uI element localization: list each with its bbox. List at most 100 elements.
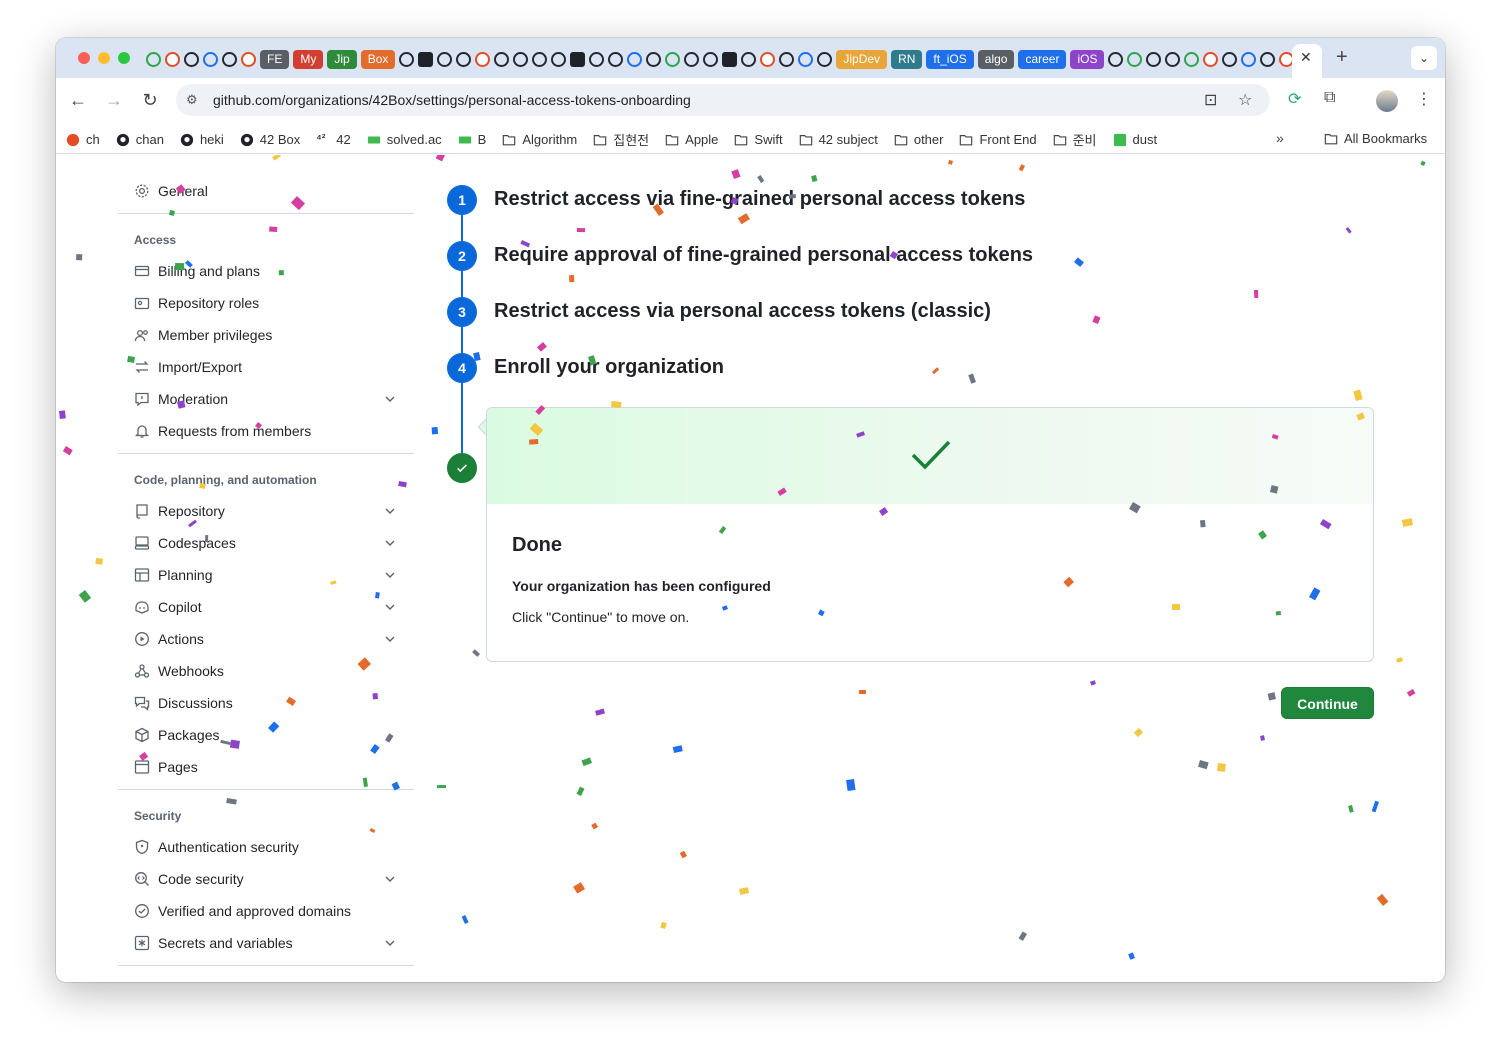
sidebar-item-verified-and-approved-domains[interactable]: Verified and approved domains: [134, 899, 398, 923]
tab-favicon-icon[interactable]: [703, 51, 719, 67]
tab-group-chip[interactable]: FE: [260, 49, 290, 69]
sidebar-item-code-security[interactable]: Code security: [134, 867, 398, 891]
tab-favicon-icon[interactable]: [222, 51, 237, 67]
more-menu-icon[interactable]: ⋮: [1416, 89, 1432, 109]
tab-favicon-icon[interactable]: [1260, 51, 1276, 67]
tab-favicon-icon[interactable]: [437, 51, 453, 67]
sidebar-item-webhooks[interactable]: Webhooks: [134, 659, 398, 683]
sidebar-item-general[interactable]: General: [134, 179, 398, 203]
sidebar-item-authentication-security[interactable]: Authentication security: [134, 835, 398, 859]
tab-group-chip[interactable]: JipDev: [836, 49, 888, 69]
step-title[interactable]: Enroll your organization: [494, 356, 724, 379]
forward-arrow-icon[interactable]: →: [102, 88, 126, 112]
extension-refresh-icon[interactable]: ⟳: [1288, 89, 1301, 109]
bookmark-item[interactable]: Apple: [665, 132, 718, 147]
tab-favicon-icon[interactable]: [722, 51, 738, 67]
step-title[interactable]: Restrict access via fine-grained persona…: [494, 188, 1025, 211]
tab-favicon-icon[interactable]: [608, 51, 624, 67]
reload-icon[interactable]: ↻: [138, 88, 162, 112]
bookmark-item[interactable]: Swift: [734, 132, 783, 147]
tab-favicon-icon[interactable]: [241, 51, 256, 67]
bookmark-item[interactable]: Algorithm: [502, 132, 577, 147]
profile-avatar[interactable]: [1376, 90, 1398, 112]
tab-favicon-icon[interactable]: [1127, 51, 1143, 67]
tab-favicon-icon[interactable]: [1184, 51, 1200, 67]
tab-favicon-icon[interactable]: [570, 51, 586, 67]
tab-favicon-icon[interactable]: [1203, 51, 1219, 67]
tab-group-chip[interactable]: Box: [360, 49, 396, 69]
bookmark-item[interactable]: B: [458, 132, 486, 147]
sidebar-item-pages[interactable]: Pages: [134, 755, 398, 779]
sidebar-item-repository[interactable]: Repository: [134, 499, 398, 523]
new-tab-button[interactable]: +: [1336, 46, 1348, 69]
tab-favicon-icon[interactable]: [798, 51, 814, 67]
minimize-window-button[interactable]: [98, 52, 110, 64]
bookmark-item[interactable]: dust: [1113, 132, 1157, 147]
sidebar-item-copilot[interactable]: Copilot: [134, 595, 398, 619]
continue-button[interactable]: Continue: [1281, 687, 1374, 719]
close-tab-icon[interactable]: ✕: [1300, 49, 1312, 66]
chevron-down-icon[interactable]: [382, 391, 398, 407]
tab-favicon-icon[interactable]: [494, 51, 510, 67]
sidebar-item-actions[interactable]: Actions: [134, 627, 398, 651]
tab-favicon-icon[interactable]: [203, 51, 218, 67]
sidebar-item-discussions[interactable]: Discussions: [134, 691, 398, 715]
tab-group-chip[interactable]: career: [1018, 49, 1067, 69]
tab-favicon-icon[interactable]: [165, 51, 180, 67]
tab-favicon-icon[interactable]: [627, 51, 643, 67]
tab-favicon-icon[interactable]: [418, 51, 434, 67]
tab-favicon-icon[interactable]: [665, 51, 681, 67]
tab-favicon-icon[interactable]: [475, 51, 491, 67]
bookmark-item[interactable]: 준비: [1053, 130, 1097, 149]
sidebar-item-billing-and-plans[interactable]: Billing and plans: [134, 259, 398, 283]
tab-favicon-icon[interactable]: [1146, 51, 1162, 67]
tab-group-chip[interactable]: ft_iOS: [926, 49, 974, 69]
bookmark-star-icon[interactable]: ☆: [1238, 90, 1252, 110]
tab-group-chip[interactable]: My: [293, 49, 324, 69]
tab-favicon-icon[interactable]: [646, 51, 662, 67]
sidebar-item-codespaces[interactable]: Codespaces: [134, 531, 398, 555]
sidebar-item-member-privileges[interactable]: Member privileges: [134, 323, 398, 347]
chevron-down-icon[interactable]: [382, 503, 398, 519]
bookmark-item[interactable]: ch: [66, 132, 100, 147]
tab-favicon-icon[interactable]: [1241, 51, 1257, 67]
more-bookmarks-icon[interactable]: »: [1276, 130, 1284, 146]
close-window-button[interactable]: [78, 52, 90, 64]
tab-group-chip[interactable]: Jip: [327, 49, 357, 69]
chevron-down-icon[interactable]: [382, 935, 398, 951]
tab-favicon-icon[interactable]: [589, 51, 605, 67]
sidebar-item-secrets-and-variables[interactable]: Secrets and variables: [134, 931, 398, 955]
tab-search-button[interactable]: ⌄: [1411, 46, 1437, 70]
sidebar-item-packages[interactable]: Packages: [134, 723, 398, 747]
bookmark-item[interactable]: 42 Box: [240, 132, 300, 147]
sidebar-item-import-export[interactable]: Import/Export: [134, 355, 398, 379]
tab-group-chip[interactable]: iOS: [1070, 49, 1105, 69]
tab-favicon-icon[interactable]: [532, 51, 548, 67]
tab-favicon-icon[interactable]: [1222, 51, 1238, 67]
tab-favicon-icon[interactable]: [399, 51, 415, 67]
bookmark-item[interactable]: heki: [180, 132, 224, 147]
chevron-down-icon[interactable]: [382, 871, 398, 887]
tab-favicon-icon[interactable]: [1108, 51, 1124, 67]
bookmark-item[interactable]: 집현전: [593, 130, 649, 149]
chevron-down-icon[interactable]: [382, 599, 398, 615]
chevron-down-icon[interactable]: [382, 567, 398, 583]
bookmark-item[interactable]: other: [894, 132, 943, 147]
tab-favicon-icon[interactable]: [760, 51, 776, 67]
tab-favicon-icon[interactable]: [1165, 51, 1181, 67]
sidebar-item-repository-roles[interactable]: Repository roles: [134, 291, 398, 315]
back-arrow-icon[interactable]: ←: [66, 88, 90, 112]
site-settings-icon[interactable]: ⚙: [186, 92, 198, 108]
tab-favicon-icon[interactable]: [779, 51, 795, 67]
tab-favicon-icon[interactable]: [741, 51, 757, 67]
install-app-icon[interactable]: ⊡: [1204, 90, 1217, 110]
bookmark-item[interactable]: Front End: [959, 132, 1037, 147]
tab-favicon-icon[interactable]: [184, 51, 199, 67]
bookmark-item[interactable]: ⁴² 42: [316, 132, 350, 147]
all-bookmarks-button[interactable]: All Bookmarks: [1324, 131, 1427, 146]
zoom-window-button[interactable]: [118, 52, 130, 64]
sidebar-item-moderation[interactable]: Moderation: [134, 387, 398, 411]
sidebar-item-planning[interactable]: Planning: [134, 563, 398, 587]
tab-group-chip[interactable]: RN: [891, 49, 923, 69]
sidebar-item-requests-from-members[interactable]: Requests from members: [134, 419, 398, 443]
